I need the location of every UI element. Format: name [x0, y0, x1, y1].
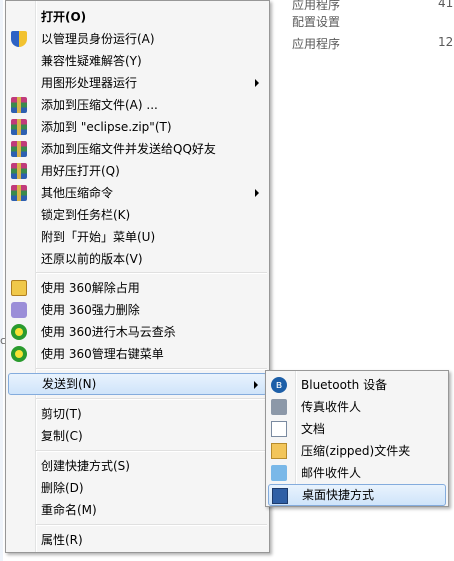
- send-to-submenu: ʙ Bluetooth 设备 传真收件人 文档 压缩(zipped)文件夹 邮件…: [265, 370, 449, 507]
- menu-item-open[interactable]: 打开(O): [8, 6, 267, 28]
- archive-icon: [11, 163, 27, 179]
- menu-item-label: 使用 360管理右键菜单: [41, 347, 164, 361]
- menu-item-label: 用好压打开(Q): [41, 164, 120, 178]
- archive-icon: [11, 119, 27, 135]
- send-to-documents[interactable]: 文档: [268, 418, 446, 440]
- menu-item-copy[interactable]: 复制(C): [8, 425, 267, 447]
- menu-item-run-as-admin[interactable]: 以管理员身份运行(A): [8, 28, 267, 50]
- file-type: 应用程序: [292, 0, 341, 12]
- 360-icon: [11, 324, 27, 340]
- submenu-arrow-icon: [254, 381, 258, 389]
- menu-item-label: 锁定到任务栏(K): [41, 208, 131, 222]
- submenu-arrow-icon: [255, 189, 259, 197]
- shredder-icon: [11, 302, 27, 318]
- document-icon: [271, 421, 287, 437]
- fax-icon: [271, 399, 287, 415]
- file-type: 配置设置: [292, 15, 341, 29]
- menu-item-properties[interactable]: 属性(R): [8, 529, 267, 551]
- menu-item-label: 剪切(T): [41, 407, 82, 421]
- menu-item-pin-start[interactable]: 附到「开始」菜单(U): [8, 226, 267, 248]
- menu-item-360-manage-context[interactable]: 使用 360管理右键菜单: [8, 343, 267, 365]
- menu-item-label: 用图形处理器运行: [41, 76, 138, 90]
- menu-item-label: 桌面快捷方式: [302, 488, 375, 502]
- menu-item-label: 兼容性疑难解答(Y): [41, 54, 142, 68]
- uac-shield-icon: [11, 31, 27, 47]
- menu-item-label: 复制(C): [41, 429, 83, 443]
- menu-item-label: 打开(O): [41, 10, 87, 24]
- menu-item-label: 属性(R): [41, 533, 83, 547]
- menu-item-label: 传真收件人: [301, 400, 362, 414]
- menu-item-label: 添加到压缩文件并发送给QQ好友: [41, 142, 216, 156]
- menu-item-label: 文档: [301, 422, 326, 436]
- menu-item-label: 删除(D): [41, 481, 84, 495]
- send-to-desktop-shortcut[interactable]: 桌面快捷方式: [268, 484, 446, 506]
- menu-item-add-to-archive[interactable]: 添加到压缩文件(A) ...: [8, 94, 267, 116]
- menu-separator: [36, 450, 267, 452]
- explorer-left-edge: [0, 0, 3, 561]
- menu-item-restore-previous[interactable]: 还原以前的版本(V): [8, 248, 267, 270]
- menu-separator: [36, 272, 267, 274]
- menu-item-pin-taskbar[interactable]: 锁定到任务栏(K): [8, 204, 267, 226]
- menu-item-cut[interactable]: 剪切(T): [8, 403, 267, 425]
- menu-item-compat-troubleshoot[interactable]: 兼容性疑难解答(Y): [8, 50, 267, 72]
- file-size: 41: [438, 0, 454, 10]
- menu-item-360-force-delete[interactable]: 使用 360强力删除: [8, 299, 267, 321]
- menu-item-delete[interactable]: 删除(D): [8, 477, 267, 499]
- file-size: 12: [438, 35, 454, 49]
- archive-icon: [11, 141, 27, 157]
- menu-item-rename[interactable]: 重命名(M): [8, 499, 267, 521]
- menu-item-label: 以管理员身份运行(A): [41, 32, 155, 46]
- menu-separator: [36, 398, 267, 400]
- menu-item-add-to-zip[interactable]: 添加到 "eclipse.zip"(T): [8, 116, 267, 138]
- archive-icon: [11, 185, 27, 201]
- menu-item-other-compress[interactable]: 其他压缩命令: [8, 182, 267, 204]
- archive-icon: [11, 97, 27, 113]
- menu-item-label: 使用 360进行木马云查杀: [41, 325, 176, 339]
- file-row[interactable]: 应用程序 12: [292, 35, 453, 52]
- menu-item-label: 添加到压缩文件(A) ...: [41, 98, 158, 112]
- context-menu: 打开(O) 以管理员身份运行(A) 兼容性疑难解答(Y) 用图形处理器运行 添加…: [5, 0, 270, 553]
- menu-separator: [36, 368, 267, 370]
- zip-folder-icon: [271, 443, 287, 459]
- file-row[interactable]: 应用程序 41: [292, 0, 453, 13]
- menu-item-label: 添加到 "eclipse.zip"(T): [41, 120, 172, 134]
- menu-item-label: 还原以前的版本(V): [41, 252, 143, 266]
- menu-item-archive-send-qq[interactable]: 添加到压缩文件并发送给QQ好友: [8, 138, 267, 160]
- menu-item-create-shortcut[interactable]: 创建快捷方式(S): [8, 455, 267, 477]
- desktop-icon: [272, 488, 288, 504]
- unlock-folder-icon: [11, 280, 27, 296]
- menu-item-360-trojan-scan[interactable]: 使用 360进行木马云查杀: [8, 321, 267, 343]
- menu-item-label: 发送到(N): [42, 377, 97, 391]
- 360-icon: [11, 346, 27, 362]
- bluetooth-icon: ʙ: [271, 377, 287, 393]
- send-to-mail[interactable]: 邮件收件人: [268, 462, 446, 484]
- file-row[interactable]: 配置设置: [292, 13, 340, 30]
- menu-item-label: Bluetooth 设备: [301, 378, 388, 392]
- send-to-fax[interactable]: 传真收件人: [268, 396, 446, 418]
- menu-item-label: 创建快捷方式(S): [41, 459, 130, 473]
- file-type: 应用程序: [292, 37, 341, 51]
- menu-item-360-unlock[interactable]: 使用 360解除占用: [8, 277, 267, 299]
- menu-separator: [36, 524, 267, 526]
- menu-item-label: 使用 360解除占用: [41, 281, 140, 295]
- send-to-zip-folder[interactable]: 压缩(zipped)文件夹: [268, 440, 446, 462]
- menu-item-label: 附到「开始」菜单(U): [41, 230, 156, 244]
- menu-item-label: 重命名(M): [41, 503, 97, 517]
- menu-item-label: 其他压缩命令: [41, 186, 114, 200]
- menu-item-label: 压缩(zipped)文件夹: [301, 444, 411, 458]
- menu-item-label: 使用 360强力删除: [41, 303, 140, 317]
- menu-item-run-with-gpu[interactable]: 用图形处理器运行: [8, 72, 267, 94]
- submenu-arrow-icon: [255, 79, 259, 87]
- send-to-bluetooth[interactable]: ʙ Bluetooth 设备: [268, 374, 446, 396]
- menu-item-send-to[interactable]: 发送到(N): [8, 373, 267, 395]
- menu-item-label: 邮件收件人: [301, 466, 362, 480]
- menu-item-open-with-haozip[interactable]: 用好压打开(Q): [8, 160, 267, 182]
- mail-icon: [271, 465, 287, 481]
